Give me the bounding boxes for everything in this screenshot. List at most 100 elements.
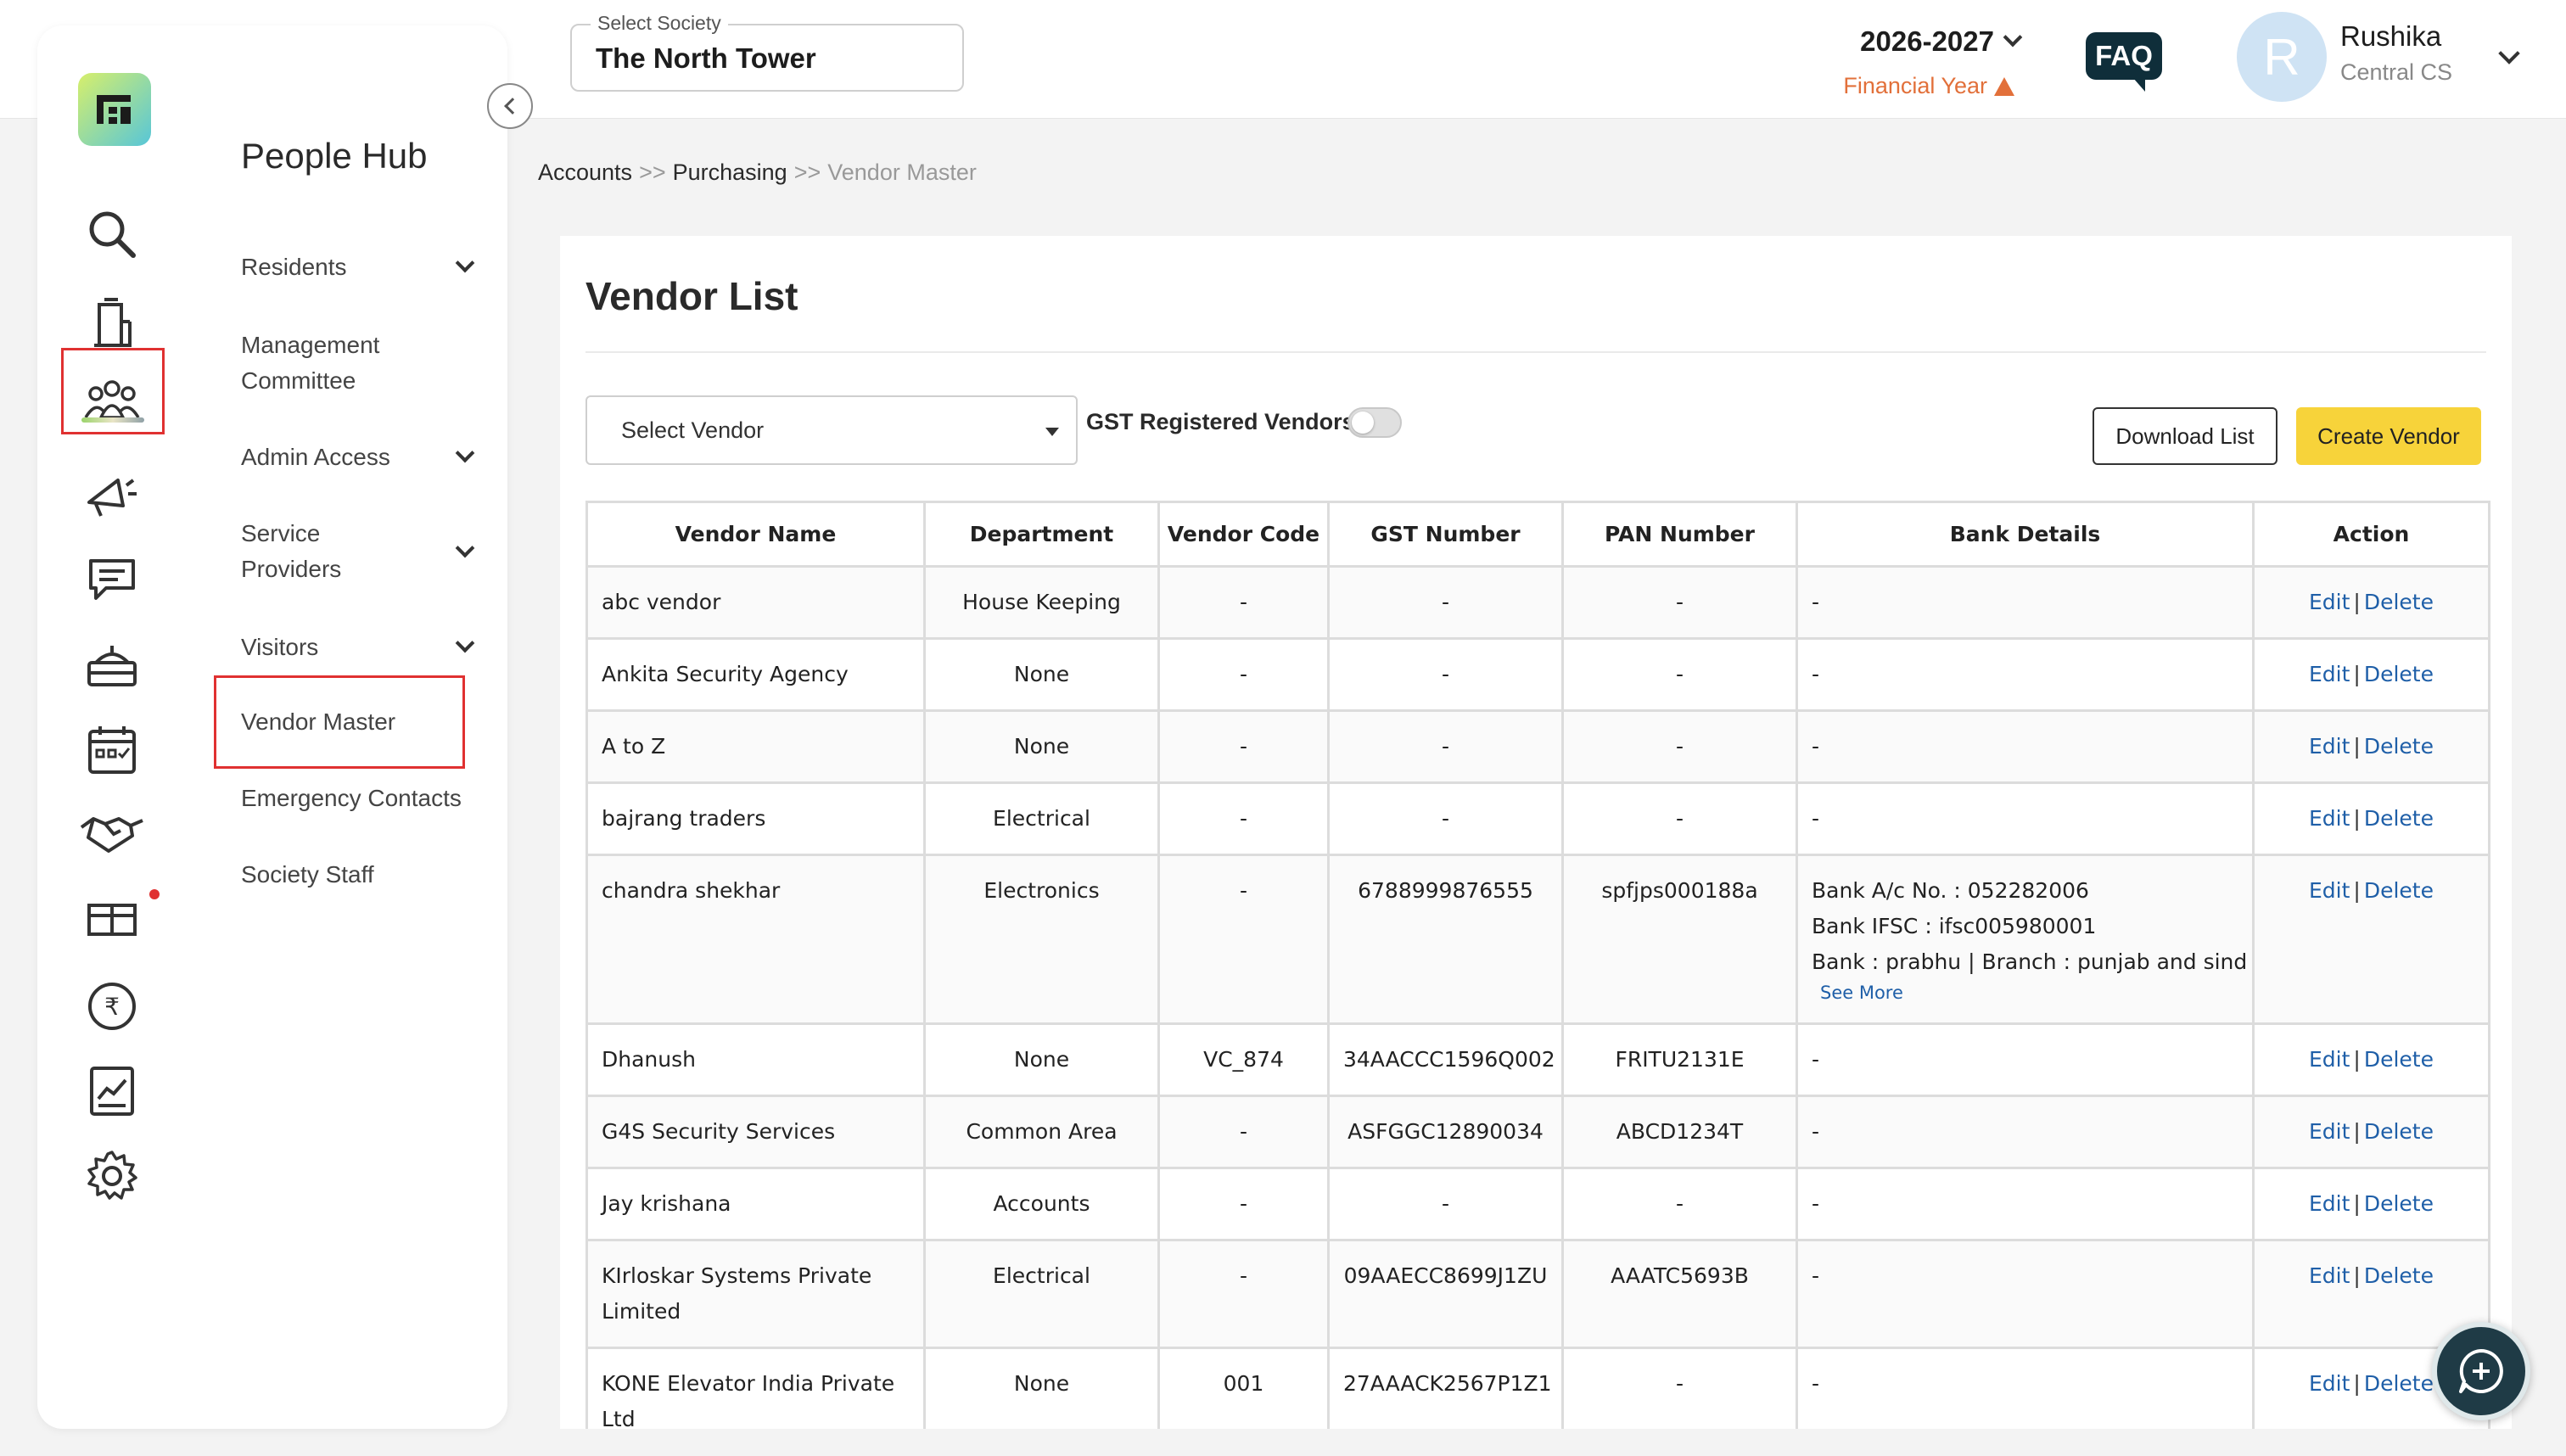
caret-down-icon — [1045, 428, 1059, 436]
edit-link[interactable]: Edit — [2309, 734, 2350, 759]
table-body: abc vendor House Keeping - - - - Edit | Delete An… — [585, 565, 2490, 1429]
column-header: PAN Number — [1561, 501, 1798, 568]
sidebar-item-residents[interactable]: Residents — [241, 249, 496, 285]
edit-link[interactable]: Edit — [2309, 1263, 2350, 1288]
pan-number-cell: - — [1561, 1167, 1798, 1241]
delete-link[interactable]: Delete — [2364, 1371, 2434, 1396]
department-cell: None — [923, 709, 1160, 784]
chevron-down-icon — [455, 443, 475, 463]
search-icon[interactable] — [73, 195, 151, 273]
chevron-down-icon — [455, 538, 475, 558]
action-cell: Edit | Delete — [2252, 565, 2490, 640]
edit-link[interactable]: Edit — [2309, 590, 2350, 614]
delete-link[interactable]: Delete — [2364, 806, 2434, 831]
department-cell: None — [923, 1347, 1160, 1429]
vendor-name-cell: abc vendor — [585, 565, 926, 640]
vendor-code-cell: - — [1157, 565, 1330, 640]
breadcrumb-purchasing[interactable]: Purchasing — [673, 160, 787, 186]
action-separator: | — [2353, 1263, 2361, 1288]
collapse-sidebar-button[interactable] — [487, 83, 533, 129]
svg-text:₹: ₹ — [104, 993, 120, 1021]
action-separator: | — [2353, 1119, 2361, 1144]
sidebar-item-society-staff[interactable]: Society Staff — [241, 857, 496, 893]
edit-link[interactable]: Edit — [2309, 1371, 2350, 1396]
action-cell: Edit | Delete — [2252, 854, 2490, 1025]
edit-link[interactable]: Edit — [2309, 806, 2350, 831]
warning-icon — [1994, 76, 2014, 96]
sidebar-item-management-committee[interactable]: Management Committee — [241, 328, 411, 399]
download-list-button[interactable]: Download List — [2093, 407, 2277, 465]
pan-number-cell: - — [1561, 565, 1798, 640]
delete-link[interactable]: Delete — [2364, 1047, 2434, 1072]
action-cell: Edit | Delete — [2252, 709, 2490, 784]
bank-detail-line: - — [1812, 1047, 1820, 1072]
user-menu[interactable]: R Rushika Central CS — [2237, 12, 2542, 105]
parcel-icon[interactable] — [73, 879, 151, 957]
breadcrumb-accounts[interactable]: Accounts — [538, 160, 632, 186]
edit-link[interactable]: Edit — [2309, 1119, 2350, 1144]
bank-detail-line: - — [1812, 806, 1820, 831]
create-vendor-button[interactable]: Create Vendor — [2296, 407, 2481, 465]
action-separator: | — [2353, 734, 2361, 759]
sidebar-item-admin-access[interactable]: Admin Access — [241, 440, 496, 475]
financial-year-value[interactable]: 2026-2027 — [1860, 25, 2023, 58]
chat-support-button[interactable] — [2432, 1322, 2530, 1420]
edit-link[interactable]: Edit — [2309, 662, 2350, 686]
see-more-link[interactable]: See More — [1820, 980, 2252, 1005]
sidebar: ₹ People Hub Residents Management Commit… — [37, 25, 533, 1429]
amenity-icon[interactable] — [73, 626, 151, 704]
action-separator: | — [2353, 590, 2361, 614]
sidebar-item-service-providers[interactable]: Service Providers — [241, 516, 496, 587]
sidebar-item-visitors[interactable]: Visitors — [241, 630, 496, 665]
chevron-down-icon[interactable] — [2498, 42, 2520, 64]
edit-link[interactable]: Edit — [2309, 1191, 2350, 1216]
calendar-icon[interactable] — [73, 711, 151, 789]
delete-link[interactable]: Delete — [2364, 662, 2434, 686]
vendor-name-cell: KIrloskar Systems Private Limited — [585, 1239, 926, 1349]
table-header-row: Vendor Name Department Vendor Code GST N… — [585, 501, 2490, 568]
delete-link[interactable]: Delete — [2364, 1191, 2434, 1216]
notification-dot — [149, 889, 160, 899]
edit-link[interactable]: Edit — [2309, 1047, 2350, 1072]
pan-number-cell: - — [1561, 1347, 1798, 1429]
action-separator: | — [2353, 662, 2361, 686]
rupee-icon[interactable]: ₹ — [73, 967, 151, 1045]
action-separator: | — [2353, 878, 2361, 903]
divider — [585, 351, 2486, 353]
gst-number-cell: ASFGGC12890034 — [1327, 1095, 1564, 1169]
action-separator: | — [2353, 806, 2361, 831]
society-select-value: The North Tower — [596, 42, 816, 74]
vendor-select[interactable]: Select Vendor — [585, 395, 1078, 465]
financial-year-selector[interactable]: 2026-2027 Financial Year — [1833, 24, 2023, 109]
gst-registered-toggle[interactable] — [1347, 407, 1402, 438]
table-row: A to Z None - - - - Edit | Delete — [585, 709, 2490, 784]
delete-link[interactable]: Delete — [2364, 878, 2434, 903]
pan-number-cell: spfjps000188a — [1561, 854, 1798, 1025]
announcement-icon[interactable] — [73, 455, 151, 533]
report-icon[interactable] — [73, 1052, 151, 1130]
handshake-icon[interactable] — [73, 794, 151, 872]
pan-number-cell: FRITU2131E — [1561, 1022, 1798, 1097]
sidebar-title: People Hub — [241, 136, 428, 176]
avatar: R — [2237, 12, 2327, 102]
sidebar-item-vendor-master[interactable]: Vendor Master — [241, 704, 496, 740]
department-cell: Electrical — [923, 781, 1160, 856]
department-cell: Accounts — [923, 1167, 1160, 1241]
column-header: Bank Details — [1796, 501, 2255, 568]
bank-details-cell: Bank A/c No. : 052282006 Bank IFSC : ifsc… — [1796, 854, 2255, 1025]
app-logo-icon[interactable] — [78, 73, 151, 146]
delete-link[interactable]: Delete — [2364, 1263, 2434, 1288]
delete-link[interactable]: Delete — [2364, 590, 2434, 614]
society-select[interactable]: Select Society The North Tower — [570, 12, 964, 92]
delete-link[interactable]: Delete — [2364, 734, 2434, 759]
delete-link[interactable]: Delete — [2364, 1119, 2434, 1144]
chat-icon[interactable] — [73, 540, 151, 618]
edit-link[interactable]: Edit — [2309, 878, 2350, 903]
faq-button[interactable]: FAQ — [2086, 32, 2162, 92]
gst-toggle-label: GST Registered Vendors — [1086, 409, 1355, 434]
vendor-table: Vendor Name Department Vendor Code GST N… — [585, 501, 2490, 1429]
chevron-down-icon — [455, 253, 475, 273]
settings-icon[interactable] — [73, 1137, 151, 1215]
action-cell: Edit | Delete — [2252, 781, 2490, 856]
sidebar-item-emergency-contacts[interactable]: Emergency Contacts — [241, 781, 496, 816]
